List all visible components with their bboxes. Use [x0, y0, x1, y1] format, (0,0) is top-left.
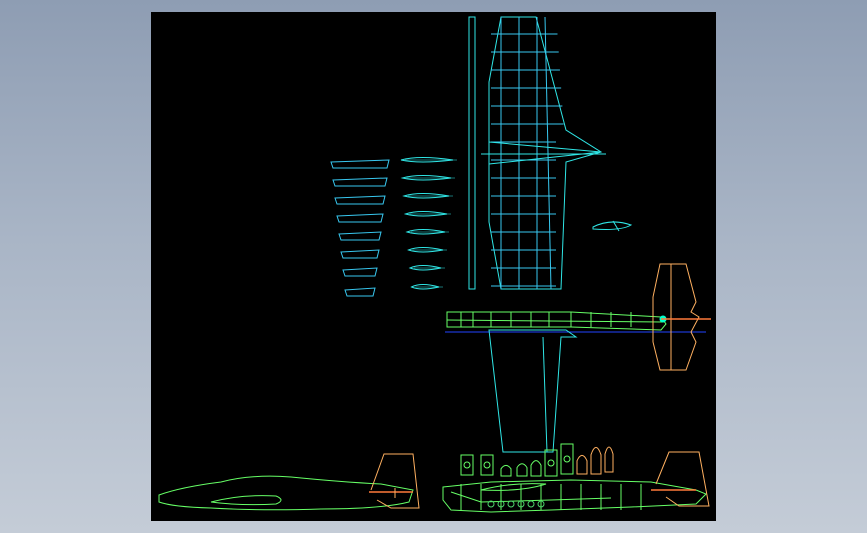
bulkhead-former [544, 449, 558, 477]
bulkhead-former [560, 443, 574, 475]
main-wing-top-view [468, 16, 606, 290]
side-fin [370, 453, 420, 509]
airfoil-sections [400, 157, 457, 290]
rib-template [340, 249, 380, 259]
rib-template [338, 231, 382, 241]
rib-template [334, 195, 386, 205]
wing-rib-grid [491, 16, 564, 290]
wheel-circle [507, 500, 515, 508]
rear-fin [655, 451, 710, 507]
detached-airfoil-section [592, 220, 633, 232]
wing-root-fairing [488, 141, 602, 165]
fuselage-top-view [445, 263, 711, 453]
rib-template [342, 267, 378, 277]
wing-spar-strip [468, 16, 476, 290]
wheel-circle [527, 500, 535, 508]
rib-template [344, 287, 376, 297]
rib-templates-left [330, 159, 390, 297]
fuselage-side-view [442, 451, 710, 513]
bulkhead-former [500, 464, 512, 477]
bulkhead-former [516, 463, 528, 477]
bulkhead-hole [463, 461, 471, 469]
wing-lower-half [488, 329, 578, 453]
airplane-blueprint-drawing [158, 16, 711, 513]
bulkhead-former [576, 454, 588, 475]
bulkhead-hole [547, 459, 555, 467]
wing-spar [544, 16, 552, 290]
rib-template [332, 177, 388, 187]
bulkhead-former [480, 454, 494, 476]
bulkhead-hole [563, 455, 571, 463]
rib-template [330, 159, 390, 169]
bulkhead-former [590, 446, 602, 475]
bulkhead-hole [483, 461, 491, 469]
cad-drawing-viewport[interactable] [151, 12, 716, 521]
bulkhead-former [604, 446, 614, 473]
bulkhead-former [460, 454, 474, 476]
bulkhead-templates [460, 443, 614, 477]
side-view-outline [158, 453, 420, 511]
wing-outline [488, 16, 603, 290]
rib-template [336, 213, 384, 223]
bulkhead-former [530, 460, 542, 477]
